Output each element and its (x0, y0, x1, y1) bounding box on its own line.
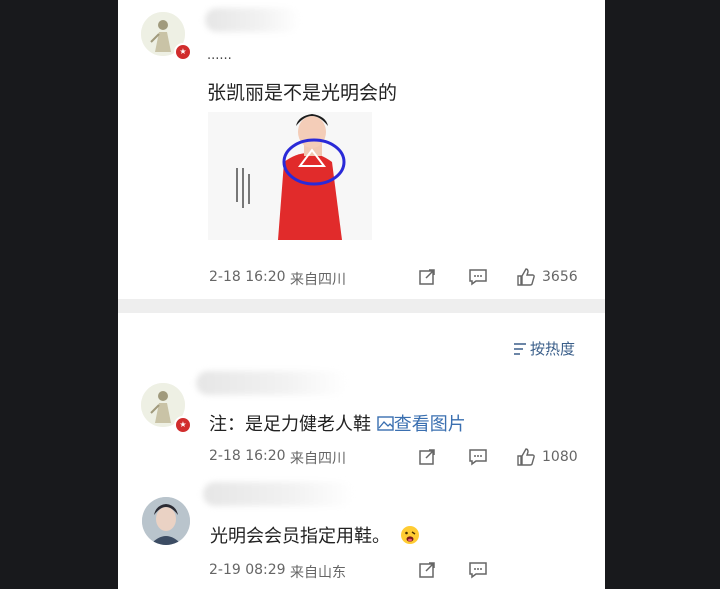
comment-2-timestamp: 2-19 08:29 (209, 562, 286, 578)
share-icon (419, 269, 435, 285)
comment-1-reply-button[interactable] (468, 448, 488, 466)
comment-1-text-prefix: 注：是足力健老人鞋 (209, 414, 371, 435)
comment-icon (469, 449, 487, 466)
sort-icon (514, 342, 526, 355)
comment-2-author-blurred[interactable] (203, 482, 353, 506)
post-timestamp: 2-18 16:20 (209, 269, 286, 285)
comment-icon (469, 269, 487, 286)
image-link-icon (377, 416, 394, 431)
section-divider (118, 299, 605, 313)
comment-2-avatar[interactable] (142, 497, 190, 545)
post-location: 来自四川 (290, 272, 346, 288)
comment-2-text-body: 光明会会员指定用鞋。 (210, 526, 390, 547)
post-share-button[interactable] (418, 268, 436, 286)
post-like-count: 3656 (542, 269, 578, 285)
post-author-name-blurred[interactable] (205, 8, 300, 32)
comment-1-author-blurred[interactable] (196, 371, 346, 395)
verified-badge: ★ (174, 416, 192, 434)
comment-1-like-count: 1080 (542, 449, 578, 465)
sort-by-heat-button[interactable]: 按热度 (512, 338, 575, 359)
emoji-icon (400, 526, 419, 544)
comment-2-reply-button[interactable] (468, 561, 488, 579)
comment-2-share-button[interactable] (418, 561, 436, 579)
comment-icon (469, 562, 487, 579)
comment-2-location: 来自山东 (290, 565, 346, 581)
view-image-label: 查看图片 (393, 414, 466, 435)
verified-badge: ★ (174, 43, 192, 61)
share-icon (419, 449, 435, 465)
post-image[interactable] (208, 112, 372, 240)
like-icon (517, 268, 535, 286)
comment-1-location: 来自四川 (290, 451, 346, 467)
comment-1-text: 注：是足力健老人鞋 查看图片 (209, 410, 466, 436)
comment-1-timestamp: 2-18 16:20 (209, 448, 286, 464)
comment-2-text: 光明会会员指定用鞋。 (210, 522, 420, 548)
like-icon (517, 448, 535, 466)
comment-1-share-button[interactable] (418, 448, 436, 466)
comment-1-like-button[interactable]: 1080 (516, 447, 578, 467)
share-icon (419, 562, 435, 578)
post-ellipsis: ...... (207, 48, 232, 63)
sort-label: 按热度 (530, 340, 576, 358)
view-image-link[interactable]: 查看图片 (377, 414, 466, 435)
post-comment-button[interactable] (468, 268, 488, 286)
post-like-button[interactable]: 3656 (516, 267, 578, 287)
post-text: 张凯丽是不是光明会的 (207, 82, 398, 104)
